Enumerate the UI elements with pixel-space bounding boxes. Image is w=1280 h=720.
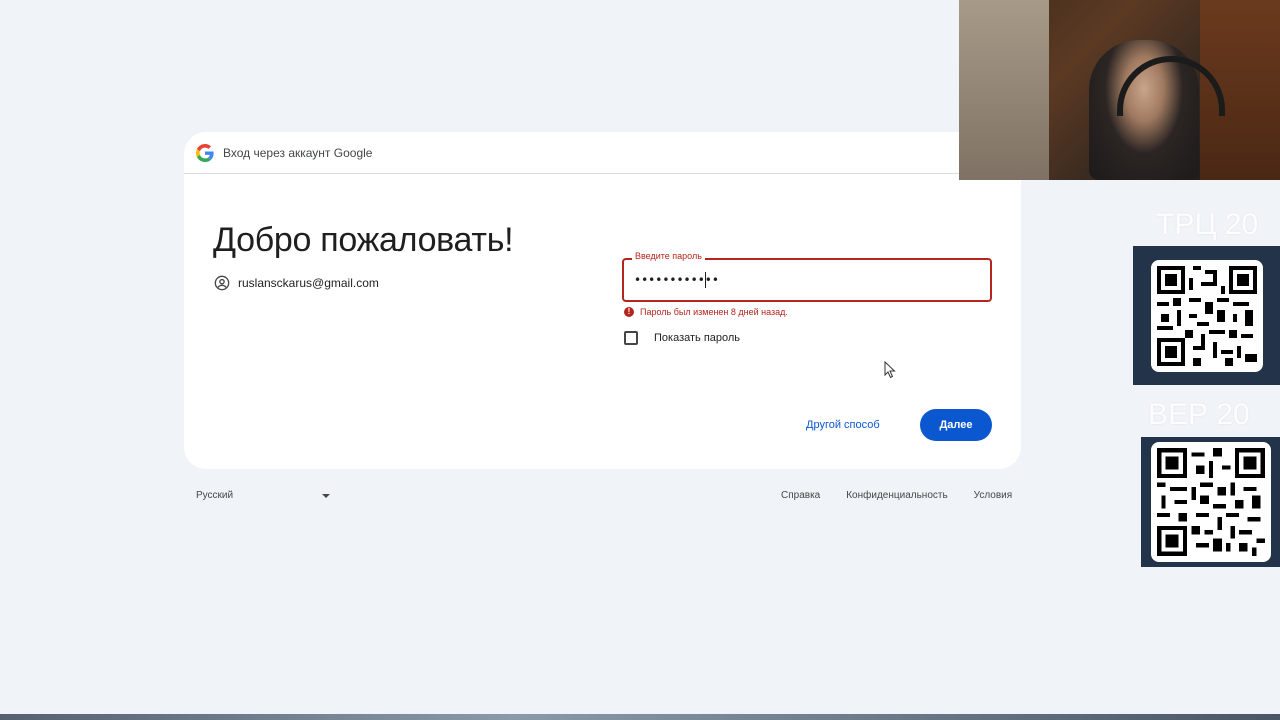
- password-error: ! Пароль был изменен 8 дней назад.: [624, 307, 788, 317]
- taskbar-edge: [0, 714, 1280, 720]
- footer-terms-link[interactable]: Условия: [974, 490, 1013, 501]
- qr-code-icon: [1156, 265, 1257, 366]
- password-label: Введите пароль: [632, 251, 705, 261]
- webcam-wall: [959, 0, 1049, 180]
- qr2-label: ВЕР 20: [1148, 398, 1250, 431]
- account-circle-icon: [214, 275, 230, 291]
- dropdown-arrow-icon: [322, 493, 330, 498]
- google-logo-icon: [196, 143, 214, 162]
- card-header: Вход через аккаунт Google: [184, 132, 1021, 174]
- qr-code-2: [1141, 437, 1280, 567]
- signin-card: Вход через аккаунт Google Добро пожалова…: [184, 132, 1021, 469]
- header-title: Вход через аккаунт Google: [223, 145, 373, 160]
- qr-code-2-inner: [1150, 442, 1271, 562]
- language-label: Русский: [196, 490, 234, 501]
- password-input[interactable]: [634, 270, 974, 290]
- error-icon: !: [624, 307, 634, 317]
- qr-code-1: [1133, 246, 1280, 385]
- footer-links: Справка Конфиденциальность Условия: [781, 490, 1012, 501]
- password-field[interactable]: Введите пароль: [622, 251, 992, 302]
- webcam-overlay: [959, 0, 1280, 180]
- qr1-label: ТРЦ 20: [1156, 208, 1259, 241]
- footer-privacy-link[interactable]: Конфиденциальность: [846, 490, 947, 501]
- show-password-label: Показать пароль: [654, 332, 741, 344]
- password-error-text: Пароль был изменен 8 дней назад.: [640, 307, 788, 317]
- qr-code-icon: [1156, 448, 1265, 556]
- show-password-checkbox[interactable]: [624, 331, 638, 345]
- show-password-toggle[interactable]: Показать пароль: [624, 331, 740, 345]
- mouse-cursor-icon: [884, 361, 896, 379]
- next-button[interactable]: Далее: [920, 409, 992, 441]
- page-title: Добро пожаловать!: [213, 221, 514, 259]
- qr-code-1-inner: [1150, 259, 1263, 372]
- text-caret: [705, 272, 706, 288]
- try-another-way-button[interactable]: Другой способ: [796, 409, 890, 441]
- language-selector[interactable]: Русский: [196, 490, 332, 501]
- footer-help-link[interactable]: Справка: [781, 490, 820, 501]
- account-chip[interactable]: ruslansckarus@gmail.com: [214, 275, 379, 291]
- account-email: ruslansckarus@gmail.com: [238, 276, 379, 290]
